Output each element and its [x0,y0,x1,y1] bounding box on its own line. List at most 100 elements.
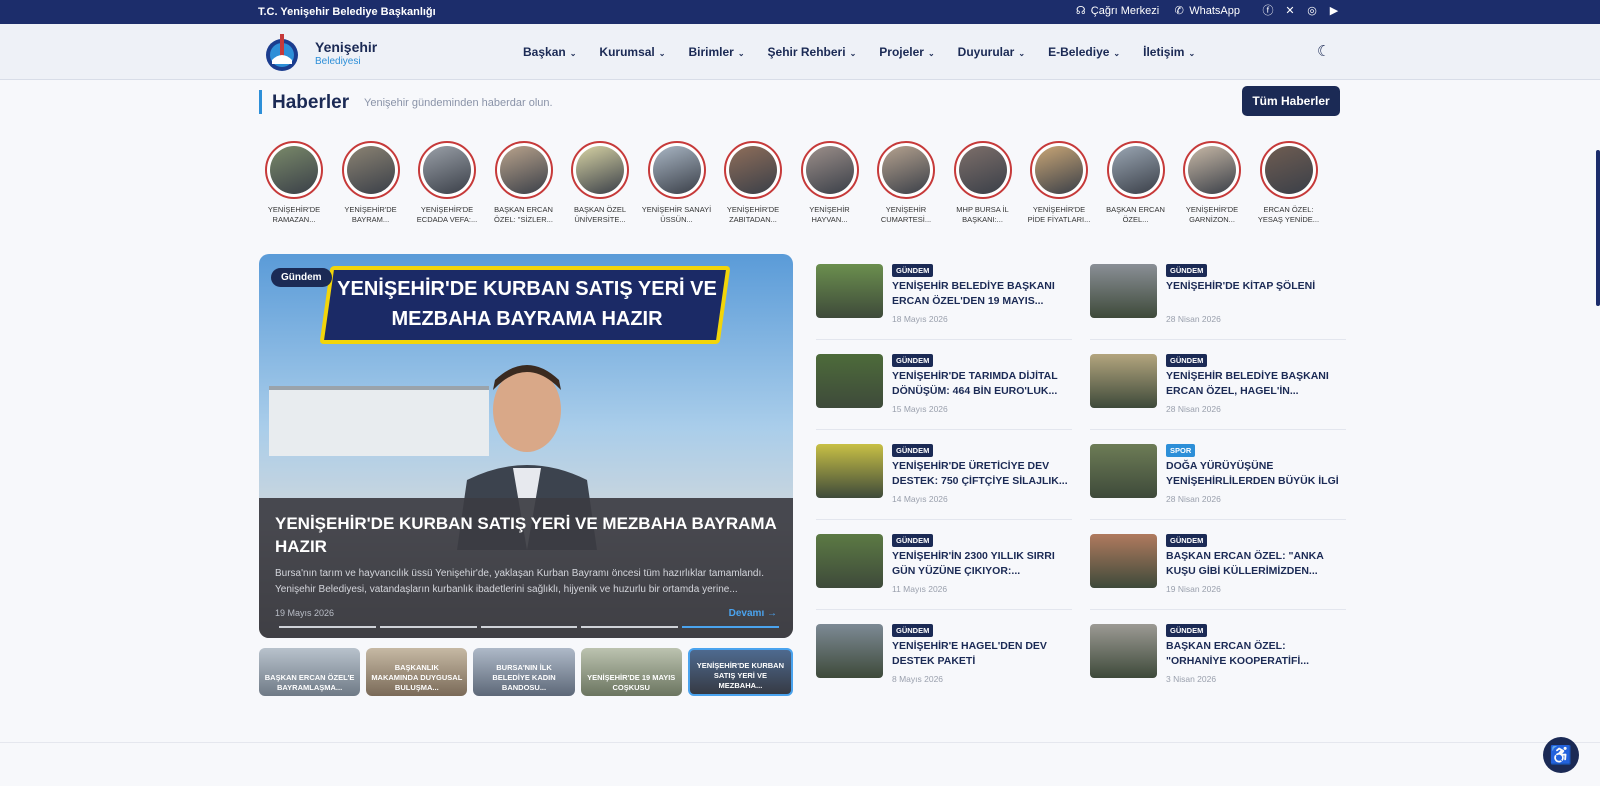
slider-progress-segment-active[interactable] [682,626,779,628]
news-title[interactable]: DOĞA YÜRÜYÜŞÜNE YENİŞEHİRLİLERDEN BÜYÜK … [1166,459,1346,489]
news-thumbnail[interactable] [816,444,883,498]
news-item[interactable]: GÜNDEM YENİŞEHİR'İN 2300 YILLIK SIRRI GÜN… [816,524,1072,610]
news-item[interactable]: GÜNDEM YENİŞEHİR'DE TARIMDA DİJİTAL DÖNÜŞ… [816,344,1072,430]
story-item[interactable]: YENİŞEHİR'DE ECDADA VEFA:... [412,141,482,225]
story-item[interactable]: YENİŞEHİR'DE PİDE FİYATLARI... [1024,141,1094,225]
story-item[interactable]: YENİŞEHİR HAYVAN... [795,141,865,225]
news-title[interactable]: YENİŞEHİR'DE KİTAP ŞÖLENİ [1166,279,1346,294]
menu-item-sehir-rehberi[interactable]: Şehir Rehberi ⌄ [768,45,857,59]
news-thumbnail[interactable] [816,354,883,408]
news-title[interactable]: YENİŞEHİR'E HAGEL'DEN DEV DESTEK PAKETİ [892,639,1072,669]
story-avatar [265,141,323,199]
hero-title[interactable]: YENİŞEHİR'DE KURBAN SATIŞ YERİ VE MEZBAH… [275,512,777,558]
story-item[interactable]: BAŞKAN ERCAN ÖZEL... [1101,141,1171,225]
news-date: 28 Nisan 2026 [1166,404,1221,414]
story-photo [1188,146,1236,194]
slider-progress-segment[interactable] [480,626,578,628]
news-title[interactable]: YENİŞEHİR'DE TARIMDA DİJİTAL DÖNÜŞÜM: 46… [892,369,1072,399]
slider-progress-segment[interactable] [581,626,679,628]
story-item[interactable]: ERCAN ÖZEL: YESAŞ YENİDE... [1254,141,1324,225]
featured-news-slider[interactable]: YENİŞEHİR'DE KURBAN SATIŞ YERİ VE MEZBAH… [259,254,793,638]
story-item[interactable]: YENİŞEHİR'DE GARNİZON... [1177,141,1247,225]
news-item[interactable]: GÜNDEM BAŞKAN ERCAN ÖZEL: "ANKA KUŞU GİBİ… [1090,524,1346,610]
menu-item-duyurular[interactable]: Duyurular ⌄ [958,45,1025,59]
news-category-badge: GÜNDEM [1166,354,1208,367]
news-thumbnail[interactable] [1090,444,1157,498]
page-scrollbar[interactable] [1596,150,1600,306]
news-title[interactable]: BAŞKAN ERCAN ÖZEL: "ORHANİYE KOOPERATİFİ… [1166,639,1346,669]
slider-thumbnail-active[interactable]: YENİŞEHİR'DE KURBAN SATIŞ YERİ VE MEZBAH… [687,648,794,696]
story-item[interactable]: MHP BURSA İL BAŞKANI:... [948,141,1018,225]
story-label: BAŞKAN ERCAN ÖZEL: "SİZLER... [494,205,553,224]
story-label: YENİŞEHİR'DE PİDE FİYATLARI... [1027,205,1091,224]
story-item[interactable]: BAŞKAN ERCAN ÖZEL: "SİZLER... [489,141,559,225]
news-item[interactable]: GÜNDEM YENİŞEHİR'E HAGEL'DEN DEV DESTEK P… [816,614,1072,698]
story-item[interactable]: BAŞKAN ÖZEL ÜNİVERSİTE... [565,141,635,225]
news-date: 8 Mayıs 2026 [892,674,944,684]
story-label: YENİŞEHİR SANAYİ ÜSSÜN... [641,205,712,224]
news-title[interactable]: YENİŞEHİR'DE ÜRETİCİYE DEV DESTEK: 750 Ç… [892,459,1072,489]
slider-thumbnail[interactable]: BURSA'NIN İLK BELEDİYE KADIN BANDOSU... [473,648,575,696]
menu-item-birimler[interactable]: Birimler ⌄ [688,45,744,59]
news-thumbnail[interactable] [816,534,883,588]
slider-progress-segment[interactable] [379,626,477,628]
whatsapp-icon: ✆ [1174,5,1184,17]
news-title[interactable]: BAŞKAN ERCAN ÖZEL: "ANKA KUŞU GİBİ KÜLLE… [1166,549,1346,579]
slider-thumbnail[interactable]: YENİŞEHİR'DE 19 MAYIS COŞKUSU [580,648,682,696]
news-thumbnail[interactable] [1090,264,1157,318]
news-divider [816,429,1072,430]
instagram-icon[interactable]: ◎ [1306,5,1318,17]
menu-item-kurumsal[interactable]: Kurumsal ⌄ [599,45,665,59]
all-news-button[interactable]: Tüm Haberler [1242,86,1340,116]
call-center-link[interactable]: ☊ Çağrı Merkezi [1075,5,1159,17]
story-photo [958,146,1007,194]
whatsapp-link[interactable]: ✆ WhatsApp [1173,5,1240,17]
news-thumbnail[interactable] [816,264,883,318]
news-date: 15 Mayıs 2026 [892,404,948,414]
menu-item-projeler[interactable]: Projeler ⌄ [879,45,934,59]
news-thumbnail[interactable] [1090,354,1157,408]
hero-caption: YENİŞEHİR'DE KURBAN SATIŞ YERİ VE MEZBAH… [259,498,793,638]
municipality-logo[interactable] [264,30,300,74]
slider-thumbnail[interactable]: BAŞKANLIK MAKAMINDA DUYGUSAL BULUŞMA... [366,648,468,696]
slider-progress-segment[interactable] [279,626,376,628]
accessibility-button[interactable]: ♿ [1543,737,1579,773]
youtube-icon[interactable]: ▶ [1328,5,1340,17]
news-item[interactable]: GÜNDEM YENİŞEHİR'DE ÜRETİCİYE DEV DESTEK:… [816,434,1072,520]
call-center-label: Çağrı Merkezi [1090,5,1160,17]
x-icon[interactable]: ✕ [1284,5,1296,17]
news-title[interactable]: YENİŞEHİR'İN 2300 YILLIK SIRRI GÜN YÜZÜN… [892,549,1072,579]
brand-sub: Belediyesi [315,56,361,67]
menu-item-baskan[interactable]: Başkan ⌄ [523,45,576,59]
chevron-down-icon: ⌄ [1018,49,1026,58]
facebook-icon[interactable]: ⓕ [1262,5,1274,17]
news-thumbnail[interactable] [816,624,883,678]
news-item[interactable]: GÜNDEM YENİŞEHİR'DE KİTAP ŞÖLENİ 28 Nisan … [1090,254,1346,340]
news-title[interactable]: YENİŞEHİR BELEDİYE BAŞKANI ERCAN ÖZEL'DE… [892,279,1072,309]
dark-mode-toggle-moon-icon[interactable]: ☾ [1317,42,1335,60]
story-item[interactable]: YENİŞEHİR CUMARTESİ... [871,141,941,225]
news-thumbnail[interactable] [1090,534,1157,588]
hero-read-more-link[interactable]: Devamı → [729,608,777,619]
story-item[interactable]: YENİŞEHİR SANAYİ ÜSSÜN... [642,141,712,225]
hero-description: Bursa'nın tarım ve hayvancılık üssü Yeni… [275,568,765,595]
section-title: Haberler [272,92,350,113]
news-item[interactable]: GÜNDEM BAŞKAN ERCAN ÖZEL: "ORHANİYE KOOPE… [1090,614,1346,698]
news-item[interactable]: SPOR DOĞA YÜRÜYÜŞÜNE YENİŞEHİRLİLERDEN BÜ… [1090,434,1346,520]
news-item[interactable]: GÜNDEM YENİŞEHİR BELEDİYE BAŞKANI ERCAN Ö… [816,254,1072,340]
news-title[interactable]: YENİŞEHİR BELEDİYE BAŞKANI ERCAN ÖZEL, H… [1166,369,1346,399]
news-item[interactable]: GÜNDEM YENİŞEHİR BELEDİYE BAŞKANI ERCAN Ö… [1090,344,1346,430]
brand[interactable]: Yenişehir Belediyesi [315,39,377,67]
whatsapp-label: WhatsApp [1189,5,1240,17]
story-photo [882,146,930,194]
story-item[interactable]: YENİŞEHİR'DE RAMAZAN... [259,141,329,225]
slider-thumbnail[interactable]: BAŞKAN ERCAN ÖZEL'E BAYRAMLAŞMA... [259,648,361,696]
story-item[interactable]: YENİŞEHİR'DE ZABITADAN... [718,141,788,225]
story-item[interactable]: YENİŞEHİR'DE BAYRAM... [336,141,406,225]
story-label: YENİŞEHİR CUMARTESİ... [880,205,932,224]
menu-item-e-belediye[interactable]: E-Belediye ⌄ [1048,45,1120,59]
news-date: 18 Mayıs 2026 [892,314,948,324]
main-menu: Başkan ⌄ Kurumsal ⌄ Birimler ⌄ Şehir Rehber… [523,45,1195,59]
menu-item-iletisim[interactable]: İletişim ⌄ [1143,45,1195,59]
news-thumbnail[interactable] [1090,624,1157,678]
